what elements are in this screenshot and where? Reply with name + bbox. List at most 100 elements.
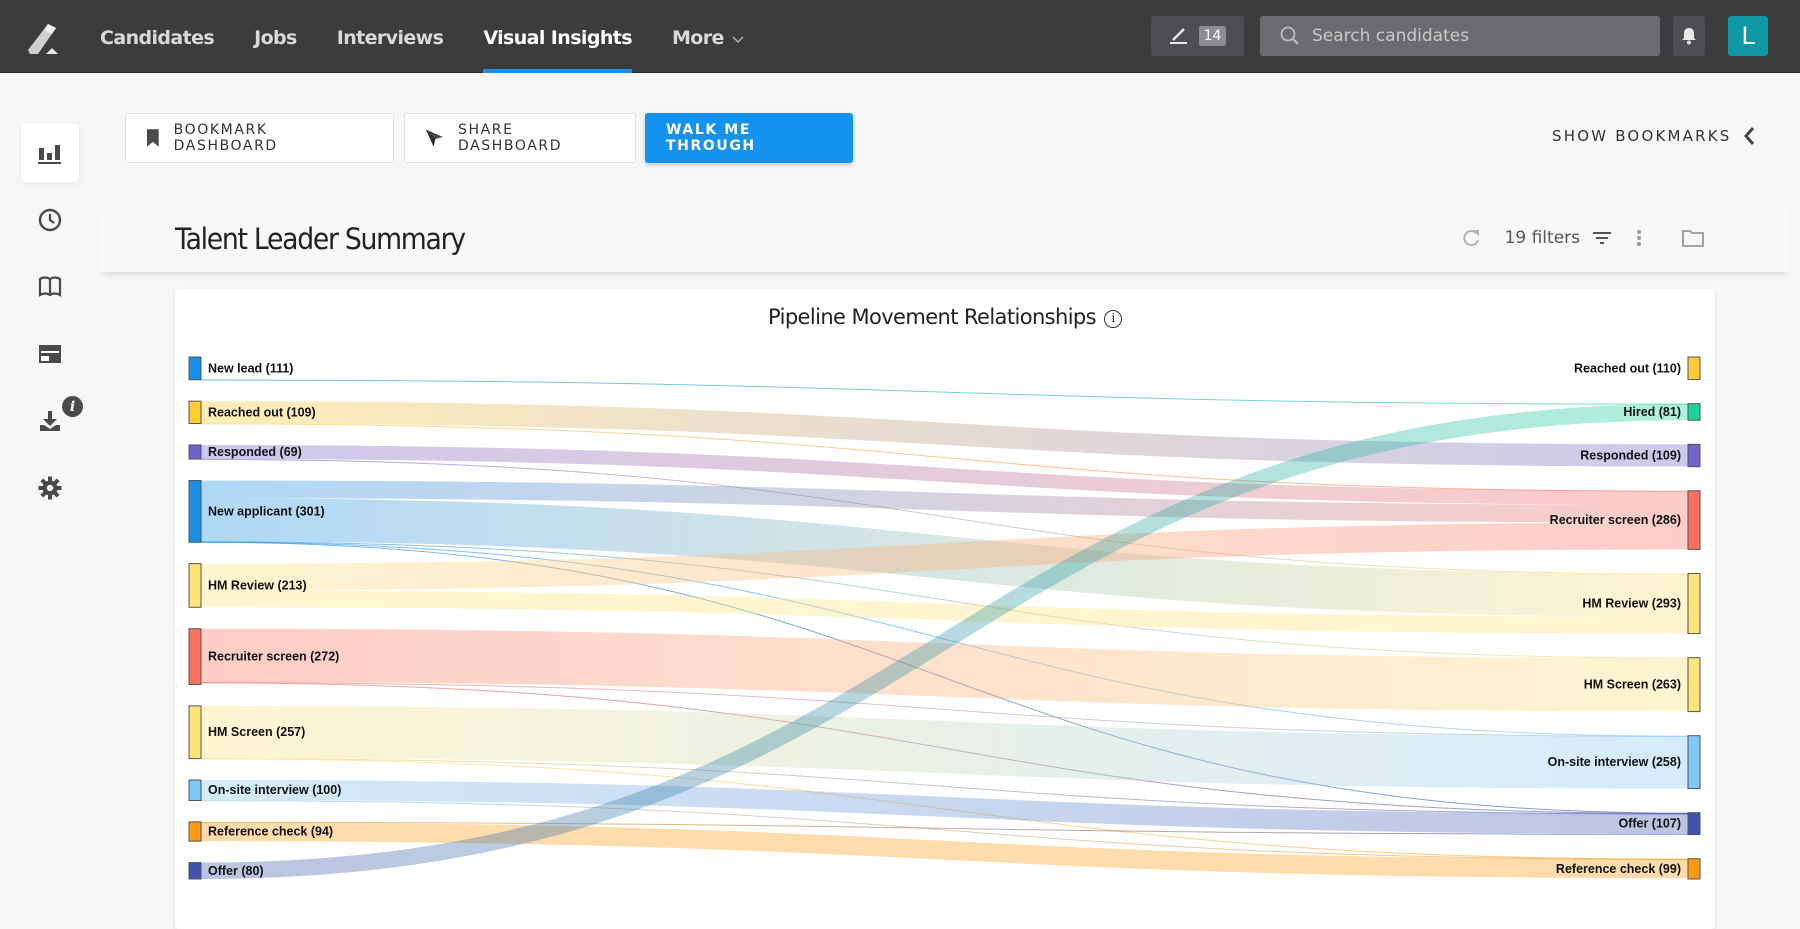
left-node[interactable] — [188, 862, 202, 880]
user-avatar[interactable]: L — [1728, 16, 1768, 56]
left-node-label: HM Review (213) — [208, 578, 307, 592]
left-node-label: Reference check (94) — [208, 825, 333, 839]
right-node-label: HM Screen (263) — [1584, 678, 1681, 692]
dashboard-title: Talent Leader Summary — [175, 222, 466, 256]
notifications-button[interactable] — [1673, 16, 1705, 56]
left-node[interactable] — [188, 821, 202, 842]
bar-chart-icon — [38, 145, 61, 164]
right-node-label: Offer (107) — [1618, 817, 1681, 831]
show-bookmarks-button[interactable]: SHOW BOOKMARKS — [1552, 126, 1755, 146]
left-node-label: Recruiter screen (272) — [208, 650, 339, 664]
nav-label: Visual Insights — [483, 27, 632, 49]
left-node-label: Reached out (109) — [208, 405, 316, 419]
nav-label: More — [671, 27, 724, 49]
nav-candidates[interactable]: Candidates — [100, 0, 215, 73]
sankey-chart: New lead (111) Reached out (109) Responded… — [188, 356, 1701, 880]
main-nav: Candidates Jobs Interviews Visual Insigh… — [100, 0, 784, 73]
walk-me-through-button[interactable]: WALK ME THROUGH — [645, 113, 853, 163]
bookmark-dashboard-button[interactable]: BOOKMARK DASHBOARD — [125, 113, 394, 163]
avatar-initial: L — [1741, 22, 1755, 50]
edit-drafts-button[interactable]: 14 — [1151, 16, 1244, 56]
right-node-label: Reached out (110) — [1574, 361, 1681, 375]
refresh-icon[interactable] — [1461, 228, 1481, 248]
share-dashboard-label: SHARE DASHBOARD — [457, 122, 563, 154]
right-node[interactable] — [1687, 812, 1701, 836]
right-node-label: Hired (81) — [1623, 405, 1681, 419]
nav-label: Jobs — [254, 27, 297, 49]
show-bookmarks-label: SHOW BOOKMARKS — [1552, 127, 1732, 145]
sankey-links — [200, 357, 1689, 879]
sidebar-item-reports[interactable] — [21, 325, 79, 383]
chevron-down-icon — [732, 36, 744, 43]
right-node-label: On-site interview (258) — [1548, 755, 1681, 769]
send-icon — [425, 129, 444, 147]
right-node[interactable] — [1687, 443, 1701, 468]
app-logo-icon[interactable] — [26, 20, 66, 56]
left-node-label: Responded (69) — [208, 445, 302, 459]
bookmark-icon — [146, 129, 159, 147]
filter-icon[interactable] — [1592, 230, 1612, 246]
right-node[interactable] — [1687, 858, 1701, 880]
sidebar-item-settings[interactable] — [21, 459, 79, 517]
card-icon — [39, 345, 61, 363]
nav-jobs[interactable]: Jobs — [254, 0, 297, 73]
sidebar-item-library[interactable] — [21, 258, 79, 316]
sidebar-item-dashboards[interactable] — [21, 124, 79, 182]
filters-count[interactable]: 19 filters — [1505, 228, 1580, 248]
right-node[interactable] — [1687, 403, 1701, 421]
right-node-label: Responded (109) — [1580, 449, 1681, 463]
book-icon — [38, 276, 62, 298]
dashboard-header: Talent Leader Summary 19 filters — [100, 200, 1790, 272]
pencil-icon — [1169, 28, 1187, 44]
right-node[interactable] — [1687, 735, 1701, 790]
right-node-label: Recruiter screen (286) — [1550, 513, 1681, 527]
left-node[interactable] — [188, 356, 202, 381]
bell-icon — [1682, 28, 1696, 45]
dashboard-toolbar: 19 filters — [1437, 228, 1704, 248]
sankey-link[interactable] — [200, 628, 1689, 712]
left-node[interactable] — [188, 628, 202, 685]
search-icon — [1280, 26, 1299, 45]
clock-icon — [38, 208, 62, 232]
nav-interviews[interactable]: Interviews — [337, 0, 444, 73]
left-node-label: Offer (80) — [208, 864, 264, 878]
left-node[interactable] — [188, 400, 202, 425]
sankey-link[interactable] — [200, 379, 1689, 405]
left-node[interactable] — [188, 563, 202, 608]
right-node-label: HM Review (293) — [1582, 597, 1681, 611]
nav-label: Candidates — [100, 27, 215, 49]
drafts-count-badge: 14 — [1198, 26, 1227, 46]
right-node[interactable] — [1687, 490, 1701, 550]
more-vertical-icon[interactable] — [1636, 229, 1642, 247]
right-node[interactable] — [1687, 657, 1701, 713]
nav-more[interactable]: More — [672, 0, 744, 73]
left-node[interactable] — [188, 444, 202, 460]
sankey-link[interactable] — [200, 779, 1689, 834]
gear-icon — [38, 476, 62, 500]
search-box[interactable] — [1260, 16, 1660, 56]
folder-icon[interactable] — [1682, 229, 1704, 247]
sidebar-item-export[interactable] — [21, 392, 79, 450]
left-node[interactable] — [188, 779, 202, 801]
left-node-label: HM Screen (257) — [208, 725, 305, 739]
top-nav-bar: Candidates Jobs Interviews Visual Insigh… — [0, 0, 1800, 73]
sankey-link[interactable] — [200, 705, 1689, 789]
download-icon — [40, 411, 60, 431]
left-node[interactable] — [188, 705, 202, 760]
chevron-left-icon — [1744, 127, 1755, 145]
left-node-label: New applicant (301) — [208, 504, 325, 518]
share-dashboard-button[interactable]: SHARE DASHBOARD — [404, 113, 636, 163]
sidebar-item-history[interactable] — [21, 191, 79, 249]
left-node-label: On-site interview (100) — [208, 783, 341, 797]
nav-visual-insights[interactable]: Visual Insights — [483, 0, 633, 73]
search-input[interactable] — [1312, 26, 1632, 46]
pipeline-chart-card: Pipeline Movement Relationships i New lea… — [175, 289, 1715, 929]
walk-me-through-label: WALK ME THROUGH — [666, 122, 756, 154]
left-node-label: New lead (111) — [208, 361, 293, 375]
nav-label: Interviews — [336, 27, 444, 49]
left-node[interactable] — [188, 480, 202, 543]
right-node[interactable] — [1687, 573, 1701, 635]
right-node[interactable] — [1687, 356, 1701, 381]
bookmark-dashboard-label: BOOKMARK DASHBOARD — [173, 122, 278, 154]
right-node-label: Reference check (99) — [1556, 862, 1681, 876]
